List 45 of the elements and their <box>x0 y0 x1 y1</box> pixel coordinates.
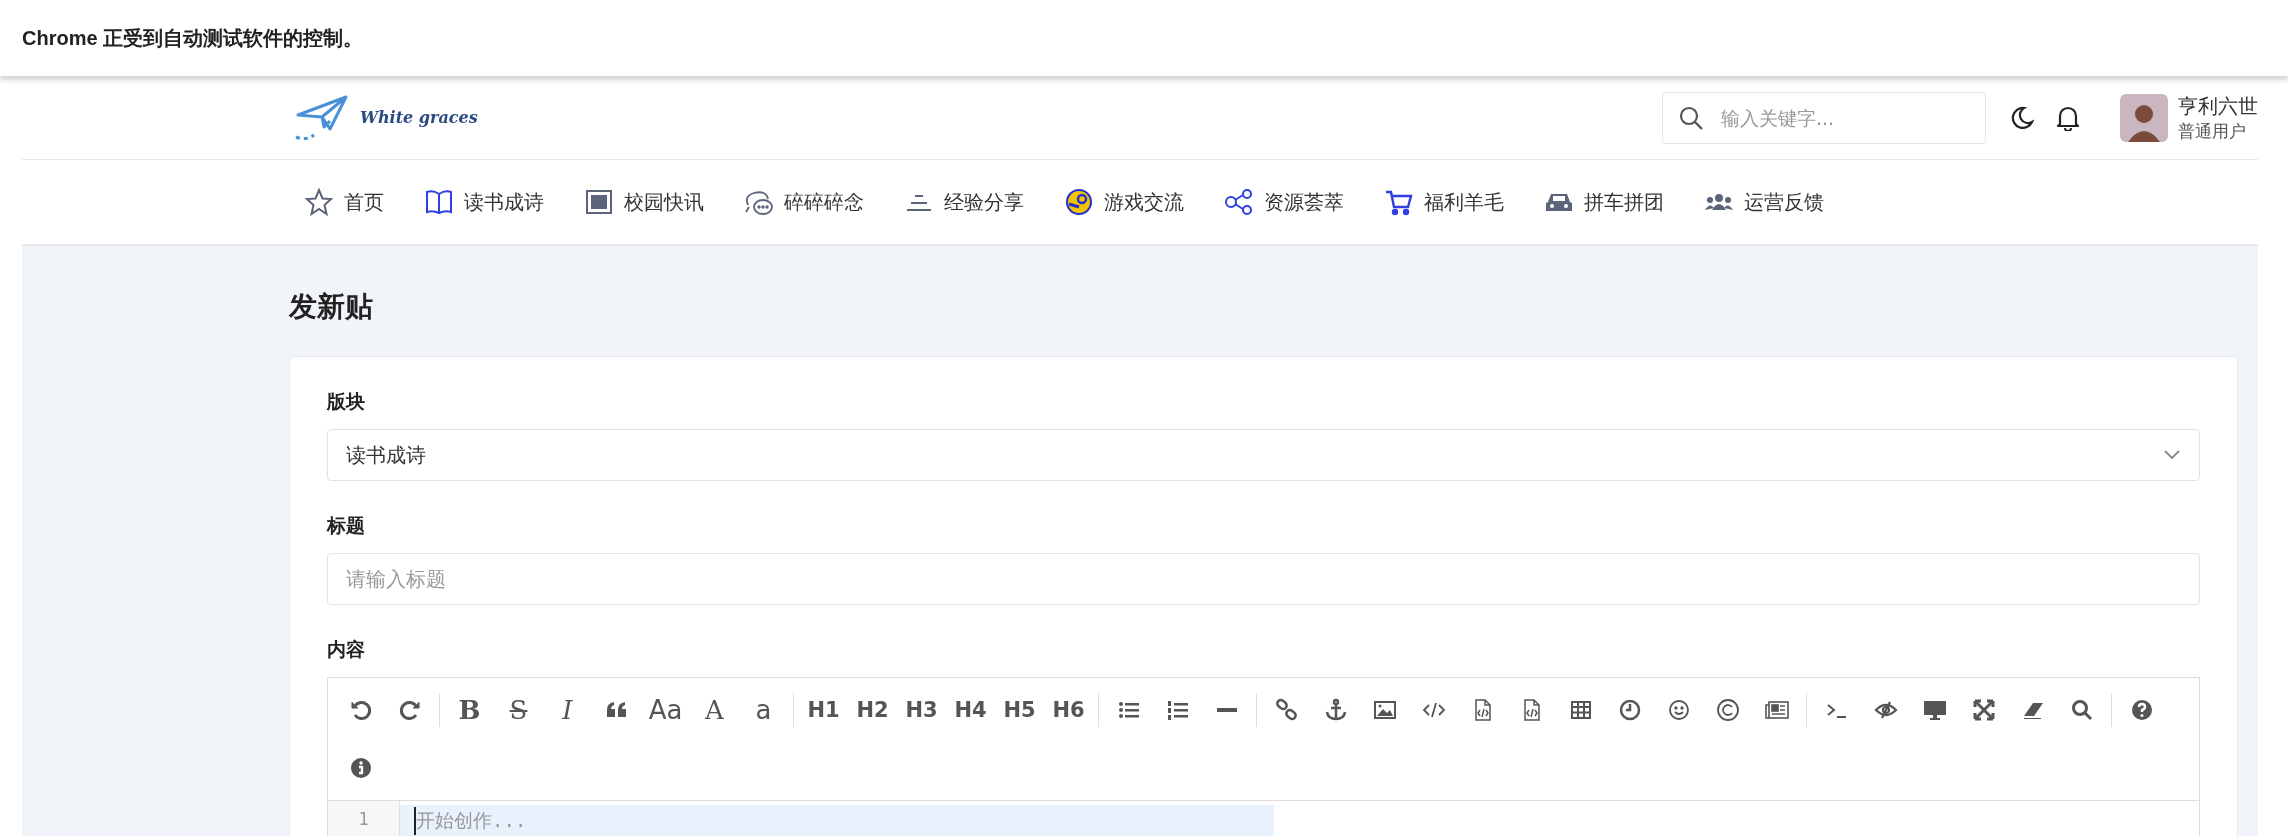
book-icon <box>424 188 454 216</box>
star-icon <box>304 188 334 216</box>
heading-button[interactable]: H3 <box>897 682 946 738</box>
title-input[interactable]: 请输入标题 <box>327 553 2200 605</box>
nav-link[interactable]: 拼车拼团 <box>1544 188 1664 216</box>
bell-icon[interactable] <box>2056 104 2080 131</box>
format-button[interactable]: a <box>739 682 788 738</box>
game-badge-icon <box>1064 188 1094 216</box>
chevron-down-icon <box>2163 449 2181 461</box>
field-label: 标题 <box>327 513 366 538</box>
heading-button[interactable]: H1 <box>799 682 848 738</box>
nav-link[interactable]: 经验分享 <box>904 188 1024 216</box>
page-title: 发新贴 <box>289 289 374 325</box>
search-field[interactable]: 输入关键字... <box>1662 91 1986 144</box>
avatar[interactable] <box>2120 93 2168 142</box>
nav-link[interactable]: 校园快讯 <box>584 188 704 216</box>
board-select[interactable]: 读书成诗 <box>327 429 2200 481</box>
chat-bubbles-icon <box>744 188 774 216</box>
newspaper-icon <box>584 188 614 216</box>
heading-button[interactable]: H5 <box>995 682 1044 738</box>
field-label: 版块 <box>327 389 366 414</box>
nav-link[interactable]: 福利羊毛 <box>1384 188 1504 216</box>
heading-button[interactable]: H4 <box>946 682 995 738</box>
user-name[interactable]: 亨利六世 <box>2178 92 2258 120</box>
format-button[interactable]: Aa <box>641 682 690 738</box>
nav-link[interactable]: 碎碎碎念 <box>744 188 864 216</box>
field-label: 内容 <box>327 637 366 662</box>
user-role: 普通用户 <box>2178 119 2247 143</box>
nav-link[interactable]: 资源荟萃 <box>1224 188 1344 216</box>
format-button[interactable]: S <box>494 682 543 738</box>
share-icon <box>1224 188 1254 216</box>
heading-button[interactable]: H6 <box>1044 682 1093 738</box>
line-number: 1 <box>328 801 400 836</box>
cart-icon <box>1384 188 1414 216</box>
format-button[interactable]: B <box>445 682 494 738</box>
search-icon <box>1678 104 1704 131</box>
nav-link[interactable]: 运营反馈 <box>1704 188 1824 216</box>
automation-notice: Chrome 正受到自动测试软件的控制。 <box>22 25 364 51</box>
nav-link[interactable]: 首页 <box>304 188 384 216</box>
nav-link[interactable]: 读书成诗 <box>424 188 544 216</box>
format-button[interactable]: I <box>543 682 592 738</box>
logo-text[interactable]: White graces <box>360 108 478 127</box>
heading-button[interactable]: H2 <box>848 682 897 738</box>
nav-link[interactable]: 游戏交流 <box>1064 188 1184 216</box>
format-button[interactable]: A <box>690 682 739 738</box>
